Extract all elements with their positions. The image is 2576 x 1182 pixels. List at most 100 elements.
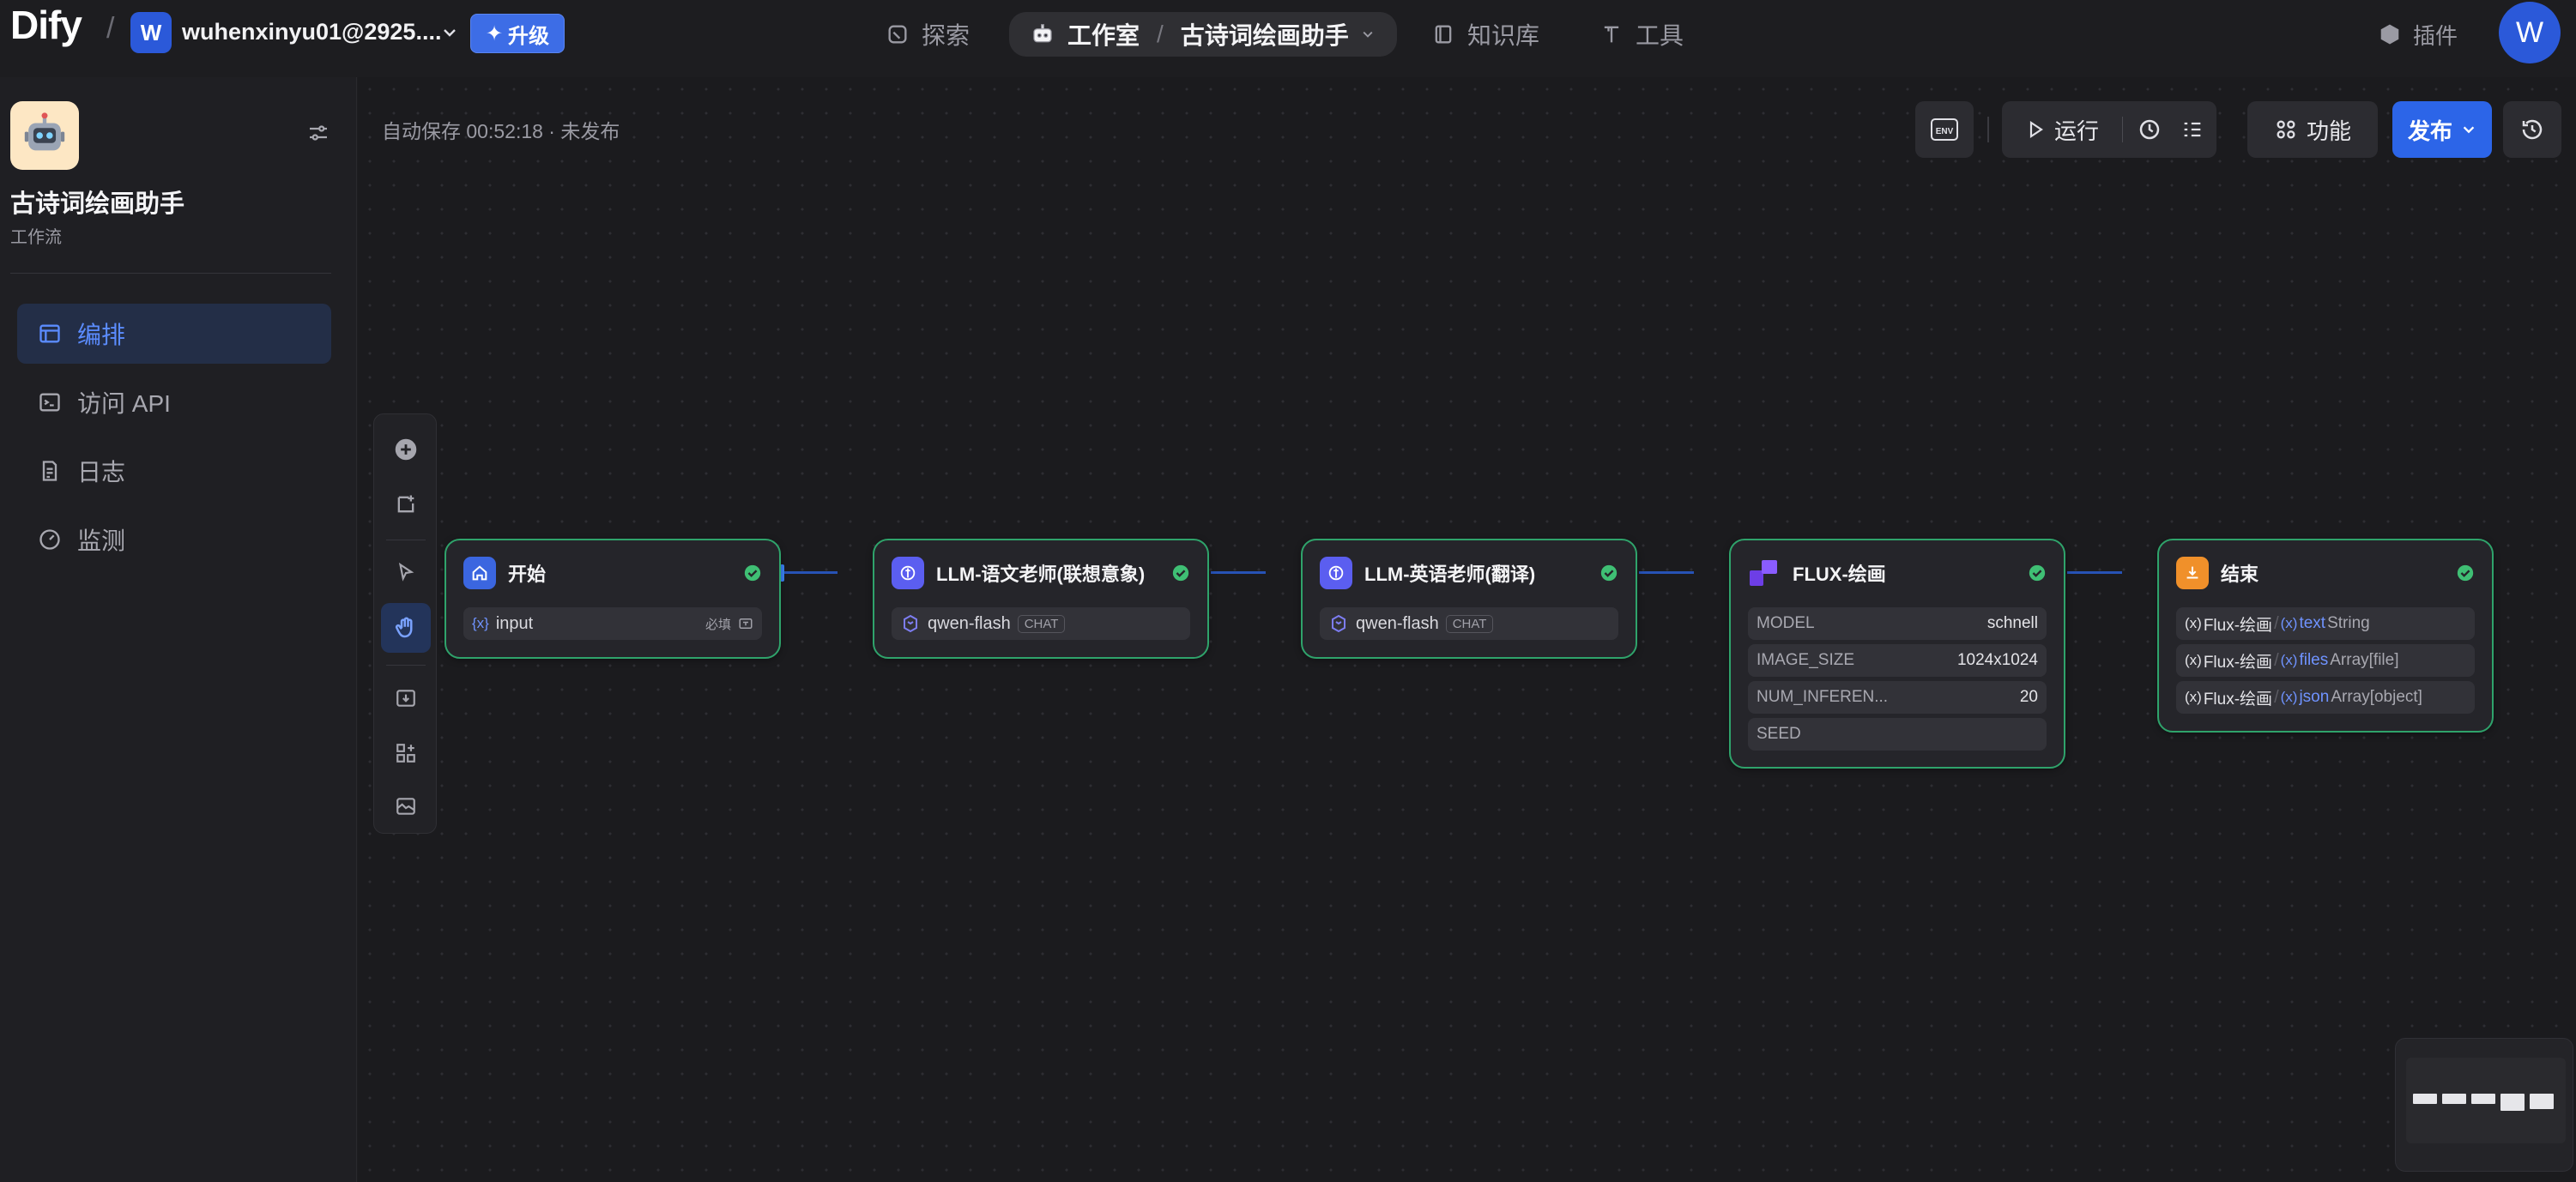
publish-button[interactable]: 发布 bbox=[2392, 101, 2492, 158]
chat-badge: CHAT bbox=[1445, 614, 1494, 633]
run-group: 运行 bbox=[2002, 101, 2216, 158]
features-button[interactable]: 功能 bbox=[2247, 101, 2378, 158]
workflow-canvas[interactable]: 自动保存 00:52:18 · 未发布 ENV 运行 功能 发布 开始 {x} … bbox=[358, 77, 2576, 1182]
output-var: json bbox=[2299, 688, 2330, 706]
nav-tools[interactable]: 工具 bbox=[1599, 12, 1684, 57]
sidebar-item-label: 日志 bbox=[77, 459, 126, 485]
robot-emoji-icon[interactable] bbox=[10, 101, 79, 170]
param-value: schnell bbox=[1986, 614, 2038, 632]
output-type: Array[file] bbox=[2330, 651, 2399, 669]
autosave-status: 自动保存 00:52:18 · 未发布 bbox=[382, 120, 620, 142]
workspace-name[interactable]: wuhenxinyu01@2925.... bbox=[182, 19, 441, 45]
publish-label: 发布 bbox=[2407, 118, 2452, 144]
pointer-mode-button[interactable] bbox=[381, 548, 431, 598]
output-type: String bbox=[2327, 614, 2370, 632]
output-row[interactable]: (x) Flux-绘画 / (x) text String bbox=[2176, 607, 2475, 640]
output-row[interactable]: (x) Flux-绘画 / (x) files Array[file] bbox=[2176, 644, 2475, 677]
node-title: 开始 bbox=[508, 564, 547, 585]
param-row[interactable]: MODEL schnell bbox=[1748, 607, 2047, 640]
variable-icon: (x) bbox=[2280, 615, 2298, 631]
node-flux[interactable]: FLUX-绘画 MODEL schnell IMAGE_SIZE 1024x10… bbox=[1729, 539, 2065, 769]
variable-icon: (x) bbox=[2185, 615, 2202, 631]
minimap-icon bbox=[395, 795, 417, 817]
output-source: Flux-绘画 bbox=[2203, 690, 2273, 709]
path-separator: / bbox=[2274, 687, 2279, 707]
run-button[interactable]: 运行 bbox=[2002, 101, 2122, 158]
chevron-down-icon[interactable] bbox=[441, 24, 458, 41]
param-row[interactable]: IMAGE_SIZE 1024x1024 bbox=[1748, 644, 2047, 677]
sidebar-item-monitor[interactable]: 监测 bbox=[17, 510, 331, 570]
organize-nodes-button[interactable] bbox=[381, 728, 431, 778]
upgrade-button[interactable]: ✦ 升级 bbox=[470, 14, 565, 53]
nav-knowledge-label: 知识库 bbox=[1467, 22, 1540, 49]
nav-knowledge[interactable]: 知识库 bbox=[1431, 12, 1539, 57]
node-llm-chinese[interactable]: LLM-语文老师(联想意象) qwen-flash CHAT bbox=[873, 539, 1209, 659]
path-separator: / bbox=[2274, 613, 2279, 633]
check-circle-icon bbox=[2456, 564, 2475, 582]
edge[interactable] bbox=[783, 571, 838, 574]
model-row[interactable]: qwen-flash CHAT bbox=[1320, 607, 1618, 640]
variable-icon: (x) bbox=[2185, 652, 2202, 668]
env-button[interactable]: ENV bbox=[1915, 101, 1974, 158]
nav-plugins[interactable]: 插件 bbox=[2379, 12, 2458, 57]
checklist-button[interactable] bbox=[2170, 101, 2215, 158]
cube-icon bbox=[2379, 23, 2401, 45]
node-start[interactable]: 开始 {x} input 必填 bbox=[444, 539, 781, 659]
features-label: 功能 bbox=[2306, 118, 2351, 144]
chevron-down-icon bbox=[1361, 27, 1375, 41]
top-bar: Dify / W wuhenxinyu01@2925.... ✦ 升级 探索 工… bbox=[0, 0, 2576, 65]
user-avatar[interactable]: W bbox=[2499, 2, 2561, 63]
minimap-node bbox=[2500, 1094, 2525, 1111]
run-label: 运行 bbox=[2053, 118, 2099, 144]
edge[interactable] bbox=[2067, 571, 2122, 574]
sidebar-item-orchestrate[interactable]: 编排 bbox=[17, 304, 331, 364]
variable-icon: (x) bbox=[2185, 689, 2202, 705]
minimap[interactable] bbox=[2395, 1038, 2573, 1172]
log-file-icon bbox=[38, 459, 62, 483]
edge[interactable] bbox=[1211, 571, 1266, 574]
param-value: 20 bbox=[2019, 688, 2038, 706]
nav-explore[interactable]: 探索 bbox=[886, 12, 970, 57]
export-image-button[interactable] bbox=[381, 673, 431, 723]
sparkle-icon: ✦ bbox=[485, 21, 504, 45]
node-llm-english[interactable]: LLM-英语老师(翻译) qwen-flash CHAT bbox=[1301, 539, 1637, 659]
node-header: 结束 bbox=[2176, 556, 2475, 590]
toolbar-divider bbox=[1987, 117, 1989, 142]
param-key: IMAGE_SIZE bbox=[1757, 651, 1855, 669]
sidebar-item-api[interactable]: 访问 API bbox=[17, 372, 331, 432]
add-node-button[interactable] bbox=[381, 425, 431, 474]
param-key: SEED bbox=[1757, 725, 1801, 743]
play-icon bbox=[2025, 119, 2046, 140]
minimap-toggle-button[interactable] bbox=[381, 781, 431, 831]
minimap-viewport[interactable] bbox=[2406, 1058, 2566, 1143]
hammer-icon bbox=[1599, 22, 1624, 46]
node-header: LLM-语文老师(联想意象) bbox=[892, 556, 1190, 590]
sidebar-item-label: 访问 API bbox=[77, 390, 171, 417]
sliders-icon[interactable] bbox=[305, 120, 331, 146]
run-history-button[interactable] bbox=[2127, 101, 2172, 158]
checklist-icon bbox=[2180, 118, 2204, 142]
dify-logo[interactable]: Dify bbox=[10, 2, 82, 48]
chat-badge: CHAT bbox=[1017, 614, 1066, 633]
output-row[interactable]: (x) Flux-绘画 / (x) json Array[object] bbox=[2176, 681, 2475, 714]
add-note-button[interactable] bbox=[381, 479, 431, 529]
param-row[interactable]: SEED bbox=[1748, 718, 2047, 751]
sidebar-item-label: 编排 bbox=[77, 322, 126, 348]
hand-mode-button[interactable] bbox=[381, 603, 431, 653]
param-row[interactable]: NUM_INFEREN... 20 bbox=[1748, 681, 2047, 714]
text-field-icon bbox=[738, 616, 753, 631]
model-name: qwen-flash bbox=[928, 613, 1011, 633]
start-variable-row[interactable]: {x} input 必填 bbox=[463, 607, 762, 640]
node-end[interactable]: 结束 (x) Flux-绘画 / (x) text String (x) Flu… bbox=[2157, 539, 2494, 733]
workspace-avatar[interactable]: W bbox=[130, 12, 172, 53]
edge[interactable] bbox=[1639, 571, 1694, 574]
model-row[interactable]: qwen-flash CHAT bbox=[892, 607, 1190, 640]
apps-icon bbox=[2274, 118, 2298, 142]
qwen-icon bbox=[900, 613, 921, 634]
node-header: 开始 bbox=[463, 556, 762, 590]
terminal-icon bbox=[38, 390, 62, 414]
nav-studio[interactable]: 工作室 / 古诗词绘画助手 bbox=[1009, 12, 1397, 57]
version-history-button[interactable] bbox=[2503, 101, 2561, 158]
sidebar-item-logs[interactable]: 日志 bbox=[17, 441, 331, 501]
param-value: 1024x1024 bbox=[1956, 651, 2038, 669]
